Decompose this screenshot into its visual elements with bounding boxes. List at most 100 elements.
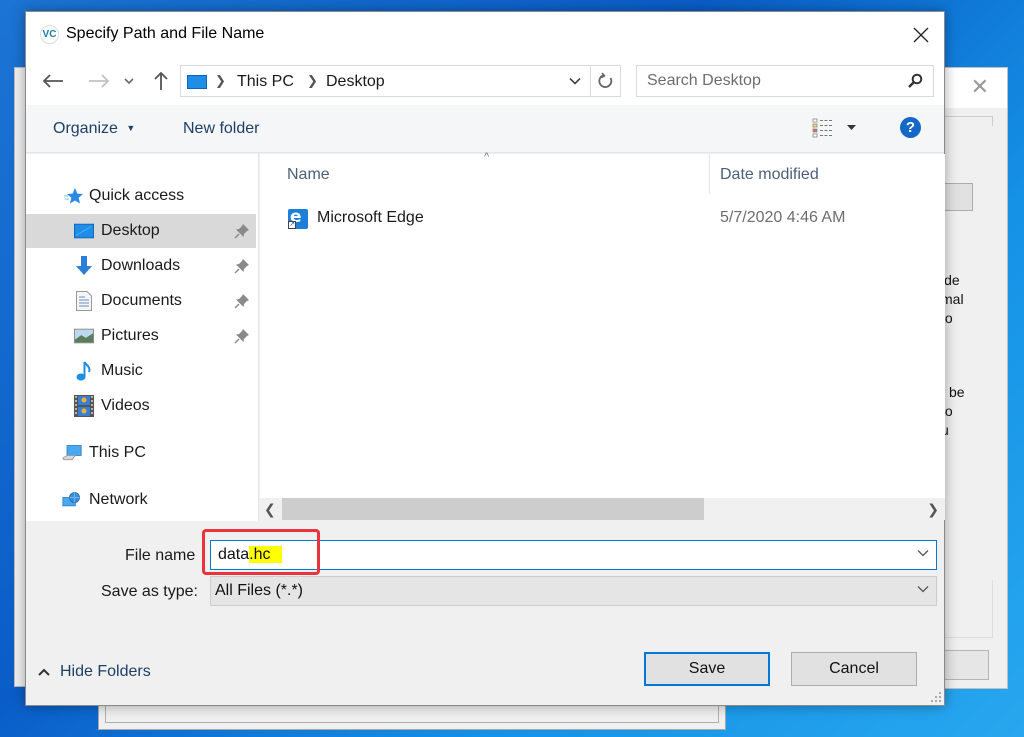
chevron-up-icon	[38, 668, 50, 676]
pin-icon[interactable]	[234, 258, 250, 274]
sidebar-item-label: This PC	[89, 444, 146, 461]
background-text: be to u	[941, 383, 965, 440]
file-name-label: File name	[125, 547, 196, 564]
horizontal-scrollbar[interactable]: ❮ ❯	[260, 498, 945, 520]
sidebar-item-label: Pictures	[101, 327, 159, 344]
file-name-base: data	[218, 546, 250, 563]
caret-down-icon: ▼	[126, 123, 136, 133]
view-options-icon[interactable]	[812, 118, 834, 138]
resize-grip-icon[interactable]	[930, 691, 942, 703]
sidebar-item-label: Network	[89, 491, 148, 508]
sidebar-item-this-pc[interactable]: This PC	[26, 436, 256, 470]
sidebar-item-quick-access[interactable]: Quick access	[26, 179, 256, 213]
chevron-down-icon	[124, 78, 134, 85]
sidebar-item-label: Quick access	[89, 187, 185, 204]
sidebar-item-label: Downloads	[101, 257, 181, 274]
organize-label: Organize	[53, 120, 118, 137]
sidebar-item-pictures[interactable]: Pictures	[26, 319, 256, 353]
download-icon	[74, 256, 94, 276]
address-dropdown-button[interactable]	[564, 66, 586, 96]
scroll-left-icon[interactable]: ❮	[264, 501, 276, 518]
up-button[interactable]	[150, 69, 172, 93]
background-bottom-button[interactable]	[941, 650, 989, 680]
file-list: ^ Name Date modified e ↗ Microsoft Edge …	[260, 151, 945, 498]
scroll-right-icon[interactable]: ❯	[927, 501, 939, 518]
refresh-icon	[597, 72, 612, 88]
file-name-value: data.hc	[218, 546, 283, 564]
dialog-title: Specify Path and File Name	[66, 25, 265, 42]
vc-app-icon: VC	[40, 25, 59, 44]
sidebar-item-desktop[interactable]: Desktop	[26, 214, 256, 248]
sidebar-item-videos[interactable]: Videos	[26, 389, 256, 423]
file-name-extension-highlight: .hc	[249, 546, 283, 563]
search-input[interactable]	[637, 66, 897, 96]
back-button[interactable]	[40, 69, 66, 93]
address-bar[interactable]: ❯ This PC ❯ Desktop	[180, 65, 621, 97]
network-icon	[62, 490, 82, 510]
pin-icon[interactable]	[234, 328, 250, 344]
sidebar-item-documents[interactable]: Documents	[26, 284, 256, 318]
background-button[interactable]	[941, 183, 973, 211]
save-as-type-select[interactable]: All Files (*.*)	[210, 576, 937, 606]
navigation-pane: Quick access Desktop Downloads Documents	[26, 154, 259, 521]
refresh-button[interactable]	[590, 66, 620, 96]
save-dialog: VC Specify Path and File Name ❯ This PC …	[25, 11, 945, 706]
desktop-icon	[187, 75, 207, 89]
recent-locations-button[interactable]	[122, 69, 136, 93]
sidebar-item-label: Music	[101, 362, 143, 379]
chevron-down-icon	[569, 77, 581, 85]
save-button[interactable]: Save	[644, 652, 770, 686]
column-header-date-modified[interactable]: Date modified	[720, 166, 819, 184]
arrow-left-icon	[42, 74, 63, 88]
background-divider	[941, 116, 993, 126]
search-box[interactable]	[636, 65, 934, 97]
help-button[interactable]: ?	[900, 117, 921, 138]
pin-icon[interactable]	[234, 223, 250, 239]
edge-shortcut-icon: e ↗	[288, 207, 308, 229]
close-button[interactable]	[898, 12, 944, 57]
document-icon	[74, 291, 94, 311]
breadcrumb-desktop[interactable]: Desktop	[326, 73, 385, 91]
organize-button[interactable]: Organize ▼	[53, 120, 135, 138]
arrow-right-icon	[89, 74, 110, 88]
background-text-line: be	[949, 384, 965, 400]
hide-folders-label: Hide Folders	[60, 663, 151, 680]
breadcrumb-this-pc[interactable]: This PC	[237, 73, 294, 91]
breadcrumb-separator-icon[interactable]: ❯	[215, 73, 226, 89]
chevron-down-icon	[917, 586, 929, 593]
file-name: Microsoft Edge	[317, 209, 424, 226]
scrollbar-thumb[interactable]	[282, 498, 704, 520]
close-icon	[913, 27, 929, 42]
background-close-icon[interactable]: ✕	[971, 74, 989, 100]
computer-icon	[62, 443, 82, 463]
file-row[interactable]: e ↗ Microsoft Edge 5/7/2020 4:46 AM	[260, 202, 945, 236]
breadcrumb-separator-icon[interactable]: ❯	[307, 73, 318, 89]
new-folder-button[interactable]: New folder	[183, 120, 259, 138]
title-bar: VC Specify Path and File Name	[26, 12, 944, 57]
column-header-name[interactable]: Name	[287, 166, 330, 184]
forward-button[interactable]	[86, 69, 112, 93]
desktop-icon	[74, 221, 94, 241]
search-icon[interactable]	[907, 73, 923, 89]
command-bar: Organize ▼ New folder ?	[26, 105, 944, 153]
video-icon	[74, 395, 94, 417]
navigation-bar: ❯ This PC ❯ Desktop	[26, 57, 944, 105]
file-date-modified: 5/7/2020 4:46 AM	[720, 209, 846, 226]
sidebar-item-downloads[interactable]: Downloads	[26, 249, 256, 283]
arrow-up-icon	[154, 71, 168, 90]
picture-icon	[74, 326, 94, 346]
sidebar-item-label: Videos	[101, 397, 150, 414]
sidebar-item-network[interactable]: Network	[26, 483, 256, 517]
star-icon	[64, 186, 84, 206]
save-as-type-label: Save as type:	[101, 583, 198, 600]
pin-icon[interactable]	[234, 293, 250, 309]
sort-ascending-icon: ^	[484, 151, 490, 163]
view-dropdown-icon[interactable]	[847, 125, 856, 131]
sidebar-item-music[interactable]: Music	[26, 354, 256, 388]
chevron-down-icon[interactable]	[917, 549, 929, 557]
hide-folders-button[interactable]: Hide Folders	[38, 663, 151, 681]
file-name-input[interactable]: data.hc	[210, 540, 937, 570]
column-divider[interactable]	[709, 154, 710, 194]
save-as-type-value: All Files (*.*)	[215, 582, 304, 599]
cancel-button[interactable]: Cancel	[791, 652, 917, 686]
